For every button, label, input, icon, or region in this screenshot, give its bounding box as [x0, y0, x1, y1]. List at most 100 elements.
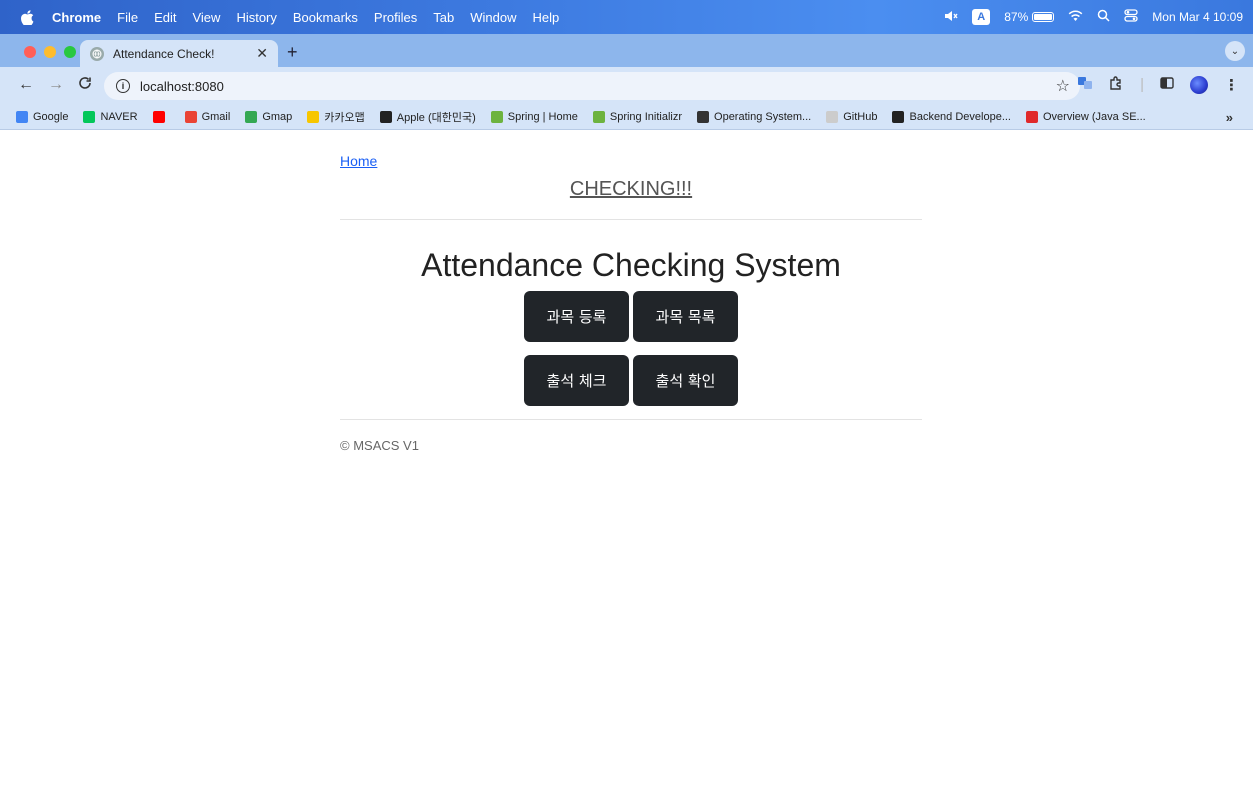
bookmark-item[interactable]: Apple (대한민국)	[379, 109, 476, 125]
bookmark-item[interactable]: Backend Develope...	[892, 111, 1011, 123]
menu-file[interactable]: File	[117, 10, 138, 25]
bookmark-label: Gmail	[201, 111, 231, 123]
menu-profiles[interactable]: Profiles	[374, 10, 417, 25]
browser-tab-active[interactable]: Attendance Check! ✕	[80, 40, 278, 67]
more-menu-icon[interactable]: ⋮	[1224, 76, 1239, 94]
web-page: Home CHECKING!!! Attendance Checking Sys…	[0, 131, 1253, 812]
github-icon	[826, 111, 839, 123]
reload-icon[interactable]	[78, 76, 92, 95]
bookmark-item[interactable]: Overview (Java SE...	[1026, 111, 1146, 123]
bookmark-label: Gmap	[262, 111, 293, 123]
bookmark-item[interactable]: 카카오맵	[307, 109, 365, 125]
bookmark-item[interactable]: Gmail	[184, 111, 231, 123]
bookmark-item[interactable]	[152, 111, 170, 123]
apple-icon	[379, 111, 392, 123]
back-arrow-icon[interactable]: ←	[18, 76, 34, 94]
bookmark-label: 카카오맵	[324, 112, 365, 124]
clock[interactable]: Mon Mar 4 10:09	[1152, 10, 1243, 24]
bookmark-item[interactable]: NAVER	[83, 111, 138, 123]
profile-avatar[interactable]	[1190, 75, 1208, 94]
header-divider	[340, 219, 922, 220]
spotlight-search-icon[interactable]	[1097, 9, 1110, 25]
kakaomap-icon	[307, 111, 320, 123]
new-tab-button[interactable]: +	[287, 42, 298, 63]
check-attendance-button[interactable]: 출석 체크	[524, 355, 629, 406]
bookmark-item[interactable]: Gmap	[245, 111, 292, 123]
bookmark-label: Backend Develope...	[909, 111, 1011, 123]
bookmark-label: Overview (Java SE...	[1043, 111, 1146, 123]
macos-menu-bar: Chrome File Edit View History Bookmarks …	[0, 0, 1253, 34]
naver-icon	[83, 111, 96, 123]
menu-bookmarks[interactable]: Bookmarks	[293, 10, 358, 25]
tab-title: Attendance Check!	[113, 46, 215, 61]
footer-divider	[340, 419, 922, 420]
window-controls	[24, 46, 76, 58]
tab-search-chevron-icon[interactable]: ⌄	[1225, 41, 1245, 61]
course-list-button[interactable]: 과목 목록	[633, 291, 738, 342]
extensions-puzzle-icon[interactable]	[1109, 75, 1124, 94]
button-row-attendance: 출석 체크 출석 확인	[340, 355, 922, 406]
oracle-icon	[1026, 111, 1038, 123]
site-info-icon[interactable]: i	[116, 79, 130, 93]
globe-icon	[697, 111, 710, 123]
bookmark-item[interactable]: Operating System...	[697, 111, 811, 123]
browser-tab-strip: Attendance Check! ✕ + ⌄	[0, 34, 1253, 67]
bookmarks-bar: Google NAVER Gmail Gmap 카카오맵 Apple (대한민국) Spri…	[0, 105, 1253, 130]
translate-icon[interactable]	[1077, 76, 1093, 94]
bookmark-item[interactable]: Spring | Home	[490, 111, 578, 123]
bookmark-label: GitHub	[843, 111, 878, 123]
battery-icon	[1032, 12, 1055, 22]
zoom-window-button[interactable]	[64, 46, 76, 58]
register-course-button[interactable]: 과목 등록	[524, 291, 629, 342]
menu-history[interactable]: History	[236, 10, 276, 25]
menu-app-chrome[interactable]: Chrome	[52, 10, 101, 25]
mute-icon[interactable]	[944, 10, 958, 25]
address-bar[interactable]: i localhost:8080 ☆	[104, 72, 1080, 100]
home-link[interactable]: Home	[340, 153, 377, 169]
button-row-courses: 과목 등록 과목 목록	[340, 291, 922, 342]
bookmark-star-icon[interactable]: ☆	[1056, 76, 1070, 96]
gmail-icon	[184, 111, 197, 123]
backend-icon	[892, 111, 905, 123]
menu-tab[interactable]: Tab	[433, 10, 454, 25]
menu-view[interactable]: View	[192, 10, 220, 25]
forward-arrow-icon[interactable]: →	[48, 76, 64, 94]
side-panel-icon[interactable]	[1160, 76, 1174, 93]
menu-window[interactable]: Window	[470, 10, 516, 25]
menu-bar-status-area: A 87% Mon Mar 4 10:09	[944, 0, 1243, 34]
spring-icon	[592, 111, 605, 123]
input-source-indicator[interactable]: A	[972, 9, 991, 25]
view-attendance-button[interactable]: 출석 확인	[633, 355, 738, 406]
apple-menu-icon[interactable]	[20, 9, 34, 25]
menu-edit[interactable]: Edit	[154, 10, 176, 25]
wifi-icon[interactable]	[1068, 9, 1083, 25]
minimize-window-button[interactable]	[44, 46, 56, 58]
close-tab-icon[interactable]: ✕	[256, 45, 268, 62]
footer-text: © MSACS V1	[340, 438, 419, 453]
close-window-button[interactable]	[24, 46, 36, 58]
menu-help[interactable]: Help	[533, 10, 560, 25]
battery-status[interactable]: 87%	[1004, 10, 1055, 24]
control-center-icon[interactable]	[1124, 9, 1138, 25]
bookmark-label: Spring | Home	[507, 111, 578, 123]
browser-toolbar: ← → i localhost:8080 ☆ | ⋮	[0, 67, 1253, 105]
bookmark-label: Apple (대한민국)	[396, 112, 476, 124]
battery-percent: 87%	[1004, 10, 1029, 24]
bookmark-label: Google	[33, 111, 69, 123]
bookmarks-overflow-chevron-icon[interactable]: »	[1226, 110, 1233, 125]
bookmark-label: NAVER	[100, 111, 138, 123]
bookmark-item[interactable]: Spring Initializr	[592, 111, 683, 123]
globe-icon	[90, 46, 104, 61]
bookmark-item[interactable]: GitHub	[826, 111, 877, 123]
map-pin-icon	[245, 111, 258, 123]
brand-link[interactable]: CHECKING!!!	[340, 178, 922, 201]
battery-fill	[1034, 14, 1052, 20]
toolbar-actions: | ⋮	[1077, 75, 1239, 94]
bookmark-label: Operating System...	[714, 111, 812, 123]
youtube-icon	[152, 111, 165, 123]
bookmark-item[interactable]: Google	[16, 111, 68, 123]
url-text: localhost:8080	[140, 78, 224, 94]
bookmark-label: Spring Initializr	[609, 111, 683, 123]
spring-icon	[490, 111, 503, 123]
toolbar-divider: |	[1140, 76, 1144, 93]
